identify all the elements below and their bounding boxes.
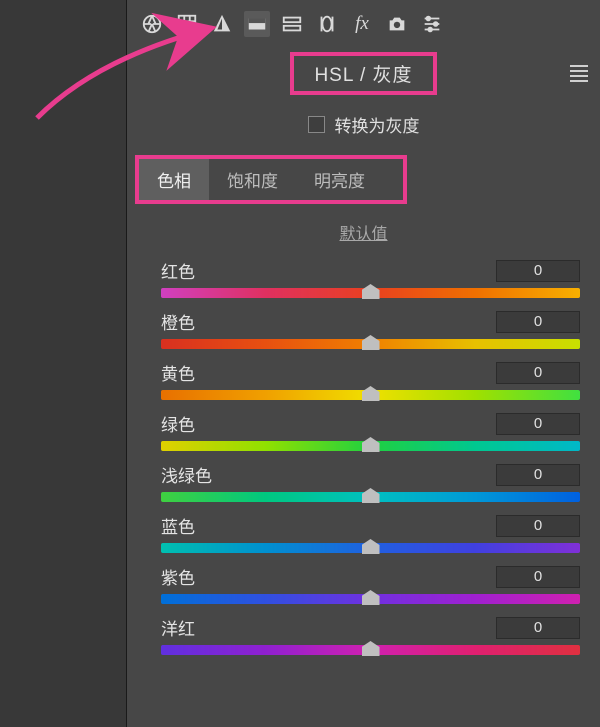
slider-row-4: 浅绿色 0 [161,462,580,503]
panel-title: HSL / 灰度 [290,52,436,95]
toolbar: fx [127,0,600,48]
slider-track[interactable] [161,389,580,401]
camera-icon[interactable] [384,11,410,37]
slider-value-input[interactable]: 0 [496,515,580,537]
grayscale-checkbox[interactable] [308,116,325,133]
panel-menu-icon[interactable] [570,62,588,85]
slider-thumb[interactable] [362,641,380,656]
slider-label: 橙色 [161,309,195,334]
slider-row-0: 红色 0 [161,258,580,299]
sliders-icon[interactable] [419,11,445,37]
aperture-icon[interactable] [139,11,165,37]
grayscale-label: 转换为灰度 [335,112,420,137]
slider-track[interactable] [161,440,580,452]
slider-label: 浅绿色 [161,462,212,487]
slider-thumb[interactable] [362,335,380,350]
slider-label: 洋红 [161,615,195,640]
slider-row-2: 黄色 0 [161,360,580,401]
slider-value-input[interactable]: 0 [496,617,580,639]
detail-icon[interactable] [314,11,340,37]
tab-0[interactable]: 色相 [139,159,209,200]
grid-icon[interactable] [174,11,200,37]
slider-label: 黄色 [161,360,195,385]
slider-track[interactable] [161,644,580,656]
slider-thumb[interactable] [362,590,380,605]
slider-label: 绿色 [161,411,195,436]
slider-track[interactable] [161,287,580,299]
slider-value-input[interactable]: 0 [496,413,580,435]
fx-icon[interactable]: fx [349,11,375,37]
slider-thumb[interactable] [362,488,380,503]
slider-row-3: 绿色 0 [161,411,580,452]
slider-row-6: 紫色 0 [161,564,580,605]
slider-value-input[interactable]: 0 [496,311,580,333]
slider-track[interactable] [161,542,580,554]
slider-track[interactable] [161,338,580,350]
slider-value-input[interactable]: 0 [496,260,580,282]
slider-value-input[interactable]: 0 [496,464,580,486]
hsl-tabs: 色相饱和度明亮度 [135,155,407,204]
tone-icon[interactable] [209,11,235,37]
slider-thumb[interactable] [362,284,380,299]
tab-1[interactable]: 饱和度 [209,159,296,200]
slider-label: 紫色 [161,564,195,589]
gradient-icon[interactable] [244,11,270,37]
slider-thumb[interactable] [362,437,380,452]
tab-2[interactable]: 明亮度 [296,159,383,200]
slider-label: 蓝色 [161,513,195,538]
slider-track[interactable] [161,593,580,605]
slider-row-1: 橙色 0 [161,309,580,350]
split-icon[interactable] [279,11,305,37]
slider-value-input[interactable]: 0 [496,362,580,384]
slider-track[interactable] [161,491,580,503]
slider-label: 红色 [161,258,195,283]
default-link[interactable]: 默认值 [339,226,387,243]
slider-thumb[interactable] [362,539,380,554]
slider-row-5: 蓝色 0 [161,513,580,554]
slider-row-7: 洋红 0 [161,615,580,656]
slider-thumb[interactable] [362,386,380,401]
slider-value-input[interactable]: 0 [496,566,580,588]
